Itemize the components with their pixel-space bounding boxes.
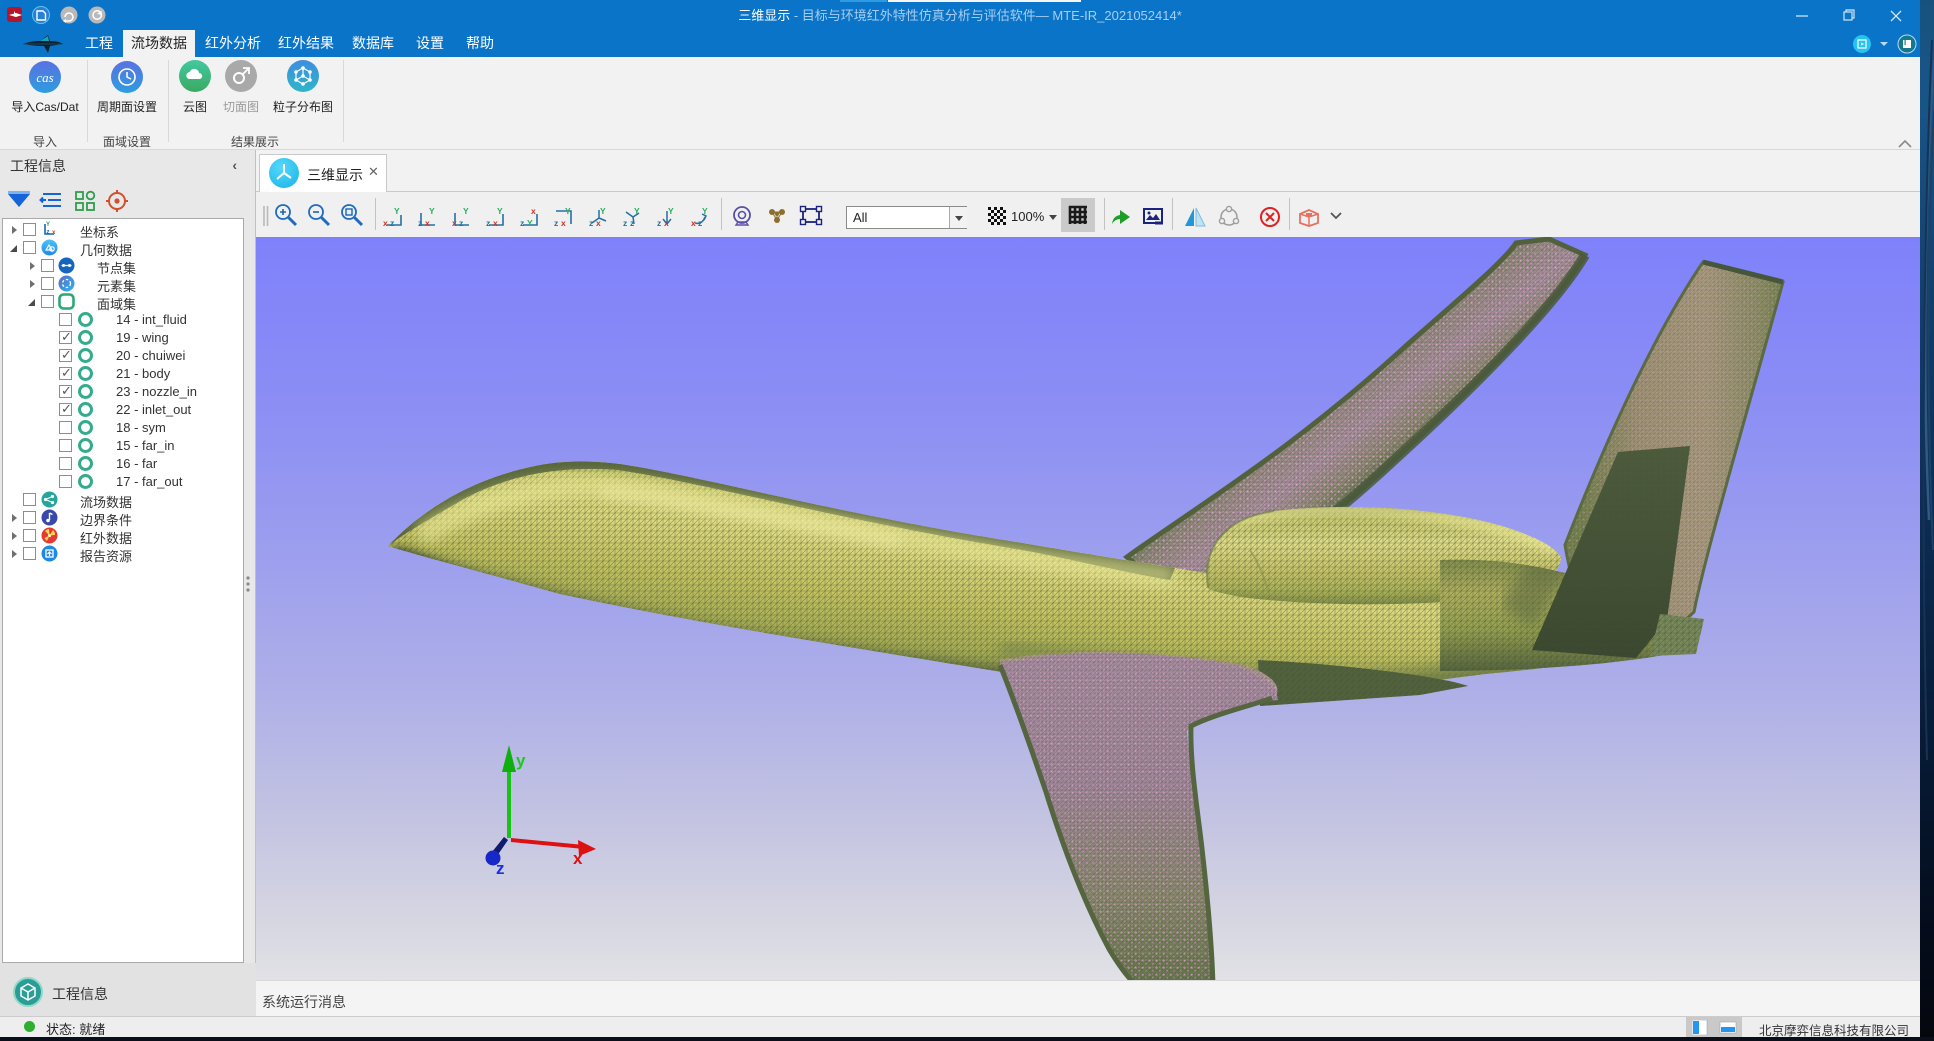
svg-text:x: x <box>493 218 498 228</box>
svg-text:x: x <box>383 218 388 228</box>
svg-text:cas: cas <box>36 70 53 85</box>
svg-text:Y: Y <box>497 206 503 216</box>
svg-text:x: x <box>561 218 566 228</box>
svg-text:x: x <box>531 206 536 216</box>
svg-text:x: x <box>596 218 601 228</box>
svg-text:z: z <box>486 218 490 228</box>
svg-text:z: z <box>459 218 463 228</box>
svg-text:x: x <box>425 218 430 228</box>
svg-text:Y: Y <box>668 206 674 216</box>
svg-text:Y: Y <box>565 206 571 216</box>
svg-text:y: y <box>516 751 526 770</box>
svg-text:z: z <box>520 218 524 228</box>
svg-text:Y: Y <box>429 206 435 216</box>
svg-text:z: z <box>630 218 634 228</box>
svg-text:Y: Y <box>394 206 400 216</box>
svg-text:z: z <box>623 218 627 228</box>
svg-text:x: x <box>52 230 56 236</box>
svg-text:Y: Y <box>527 218 533 228</box>
svg-text:x: x <box>452 218 457 228</box>
svg-text:Y: Y <box>600 206 606 216</box>
svg-text:Y: Y <box>702 206 708 216</box>
svg-text:Y: Y <box>634 206 640 216</box>
svg-text:z: z <box>390 218 394 228</box>
svg-text:x: x <box>664 218 669 228</box>
svg-text:Y: Y <box>46 222 50 228</box>
svg-text:z: z <box>496 859 505 878</box>
svg-text:x: x <box>573 849 583 868</box>
svg-text:z: z <box>657 218 661 228</box>
svg-text:z: z <box>698 218 702 228</box>
svg-text:z: z <box>47 230 50 236</box>
svg-text:x: x <box>691 218 696 228</box>
svg-text:z: z <box>418 218 422 228</box>
svg-text:z: z <box>589 218 593 228</box>
svg-text:Y: Y <box>463 206 469 216</box>
svg-text:z: z <box>554 218 558 228</box>
